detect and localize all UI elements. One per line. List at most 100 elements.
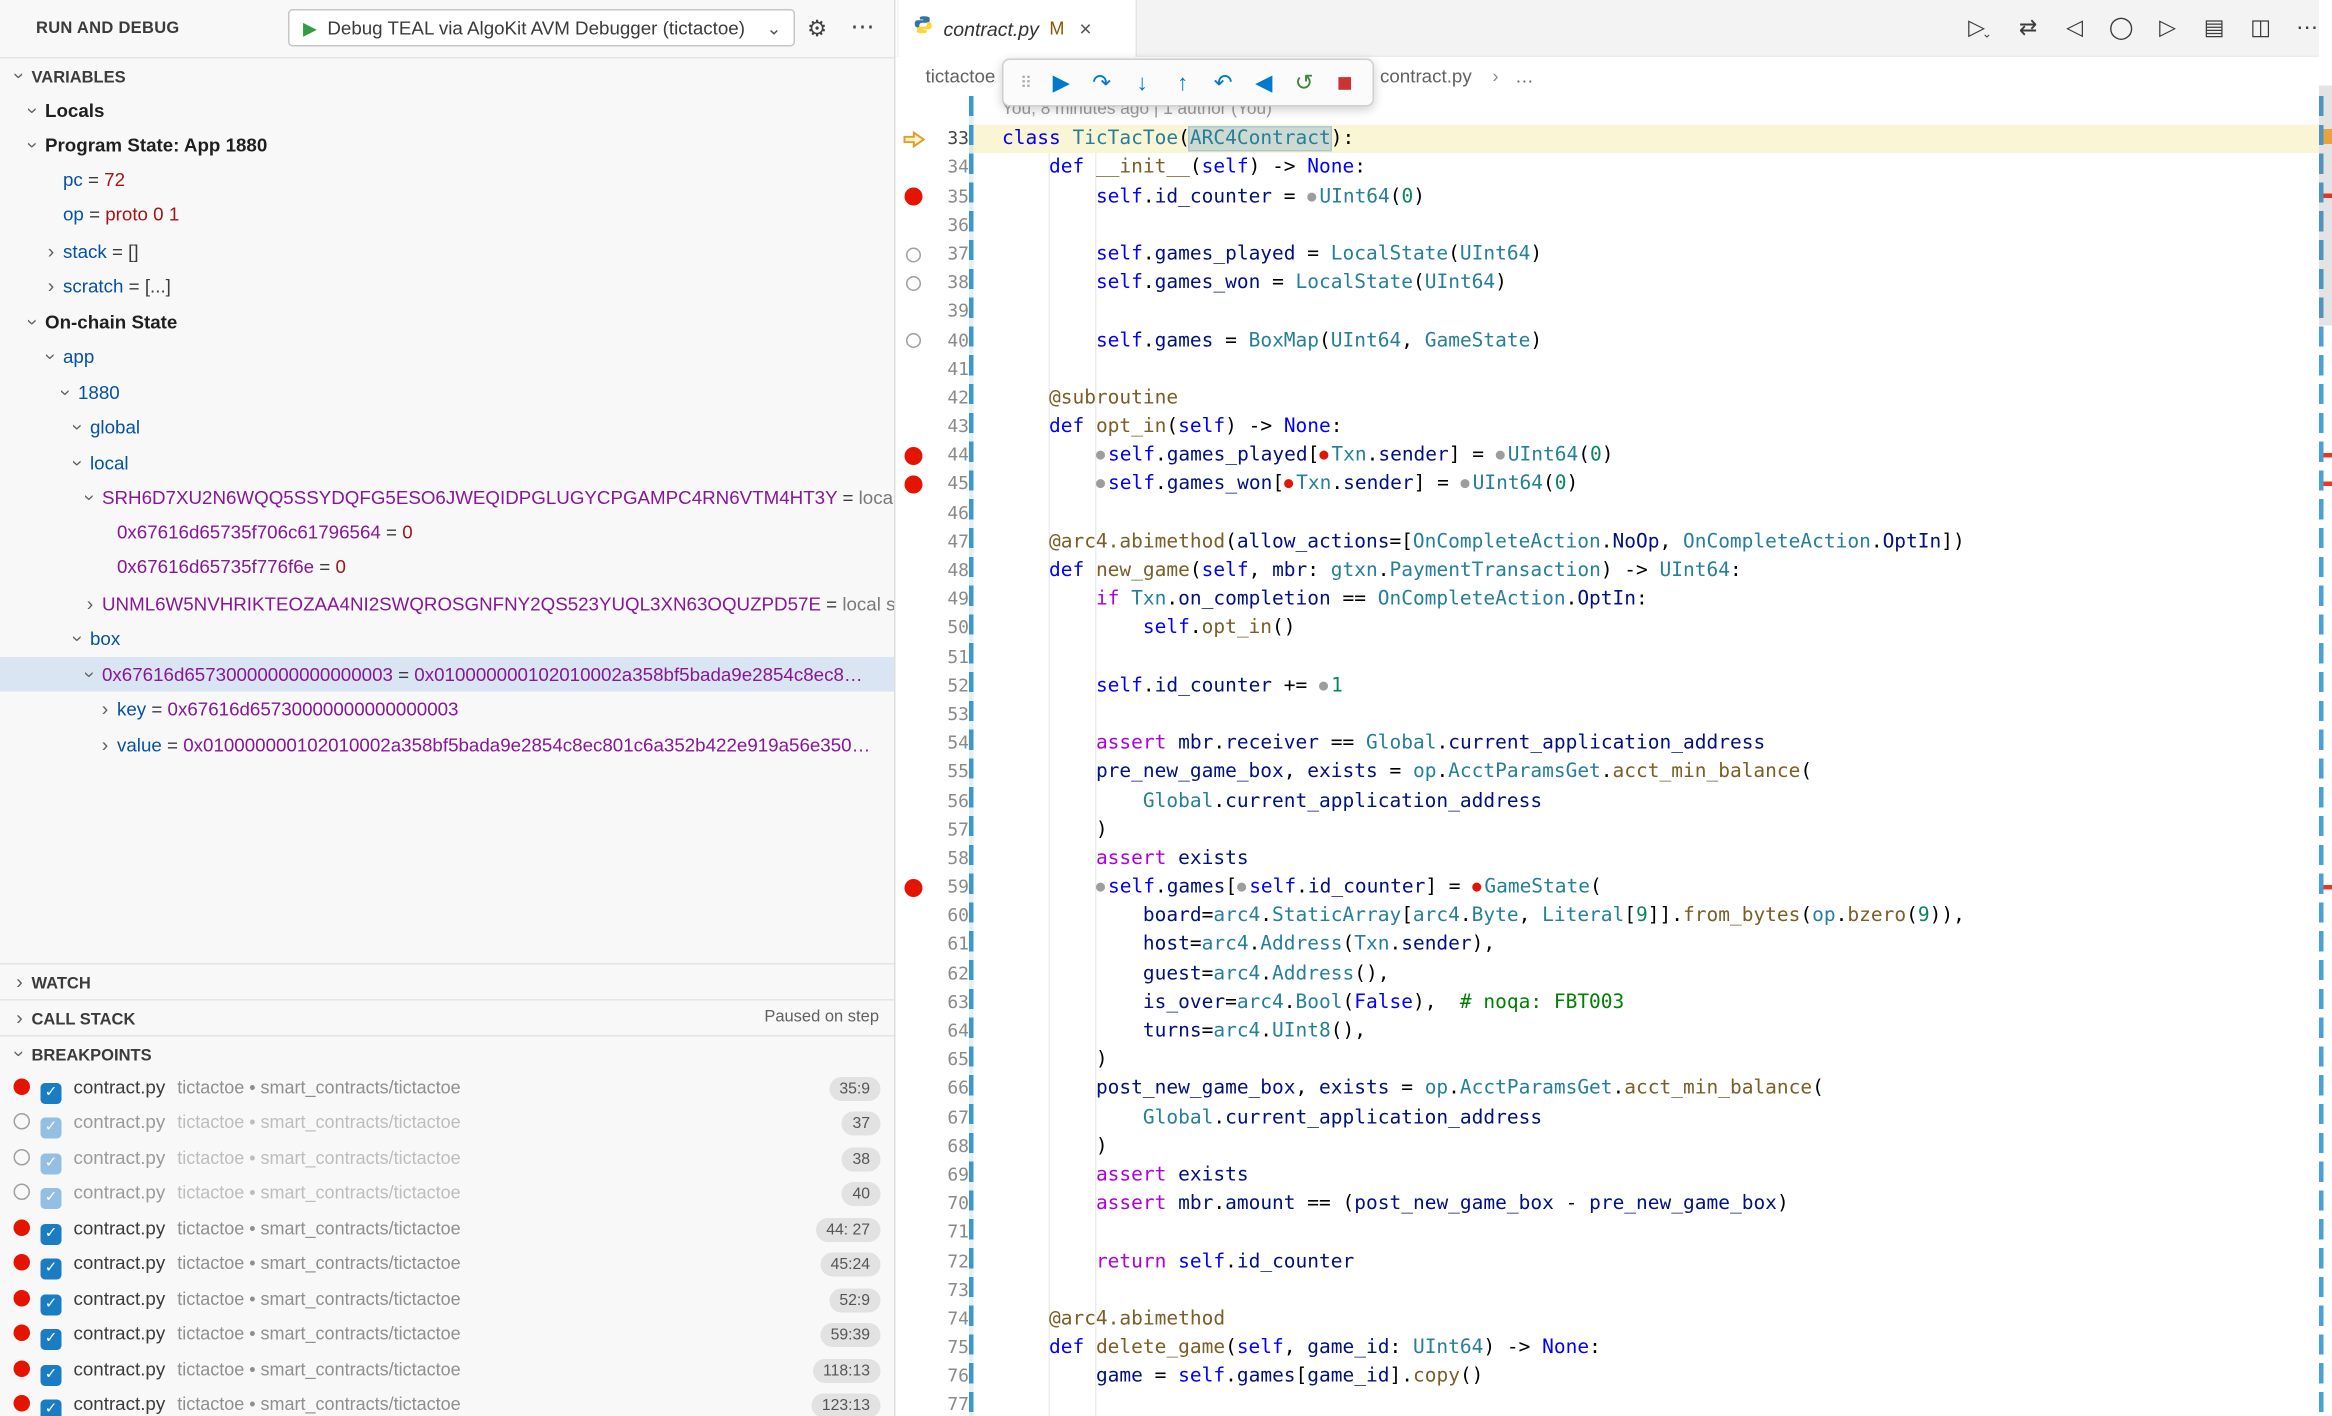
code-editor[interactable]: You, 8 minutes ago | 1 author (You)33cla… xyxy=(897,96,2319,1416)
gutter-glyph[interactable] xyxy=(897,816,930,845)
step-back-button[interactable]: ↶ xyxy=(1203,63,1244,102)
step-over-button[interactable]: ↷ xyxy=(1082,63,1123,102)
gutter-glyph[interactable] xyxy=(897,297,930,326)
code-line[interactable]: 66 post_new_game_box, exists = op.AcctPa… xyxy=(897,1075,2319,1104)
tree-row[interactable]: ›UNML6W5NVHRIKTEOZAA4NI2SWQROSGNFNY2QS52… xyxy=(0,586,894,621)
tree-row[interactable]: 0x67616d65735f776f6e = 0 xyxy=(0,551,894,586)
breakpoint-checkbox[interactable]: ✓ xyxy=(41,1188,62,1209)
breakpoint-row[interactable]: ✓contract.pytictactoe • smart_contracts/… xyxy=(0,1282,894,1317)
code-line[interactable]: 58 assert exists xyxy=(897,844,2319,873)
tree-row[interactable]: ›SRH6D7XU2N6WQQ5SSYDQFG5ESO6JWEQIDPGLUGY… xyxy=(0,480,894,515)
gutter-glyph[interactable] xyxy=(897,672,930,701)
breakpoint-row[interactable]: ✓contract.pytictactoe • smart_contracts/… xyxy=(0,1106,894,1141)
gutter-glyph[interactable] xyxy=(897,931,930,960)
tab-contract-py[interactable]: contract.py M × xyxy=(899,0,1138,57)
tree-row[interactable]: ›scratch = [...] xyxy=(0,269,894,304)
gutter-glyph[interactable] xyxy=(897,269,930,298)
gutter-glyph[interactable] xyxy=(897,844,930,873)
code-line[interactable]: 55 pre_new_game_box, exists = op.AcctPar… xyxy=(897,758,2319,787)
tree-row[interactable]: ›On-chain State xyxy=(0,304,894,339)
code-line[interactable]: 50 self.opt_in() xyxy=(897,614,2319,643)
gutter-glyph[interactable] xyxy=(897,902,930,931)
code-line[interactable]: 68 ) xyxy=(897,1132,2319,1161)
step-out-button[interactable]: ↑ xyxy=(1163,63,1204,102)
code-line[interactable]: 75 def delete_game(self, game_id: UInt64… xyxy=(897,1334,2319,1363)
code-line[interactable]: 33class TicTacToe(ARC4Contract): xyxy=(897,125,2319,154)
tree-row[interactable]: pc = 72 xyxy=(0,163,894,198)
gutter-glyph[interactable] xyxy=(897,211,930,240)
gutter-glyph[interactable] xyxy=(897,988,930,1017)
breakpoint-row[interactable]: ✓contract.pytictactoe • smart_contracts/… xyxy=(0,1352,894,1387)
code-line[interactable]: 44 ●self.games_played[●Txn.sender] = ●UI… xyxy=(897,441,2319,470)
breakpoint-checkbox[interactable]: ✓ xyxy=(41,1153,62,1174)
breakpoint-checkbox[interactable]: ✓ xyxy=(41,1364,62,1385)
code-line[interactable]: 77 xyxy=(897,1391,2319,1416)
code-line[interactable]: 60 board=arc4.StaticArray[arc4.Byte, Lit… xyxy=(897,902,2319,931)
code-line[interactable]: 71 xyxy=(897,1218,2319,1247)
gutter-glyph[interactable] xyxy=(897,1218,930,1247)
run-python-button[interactable]: ▷⌄ xyxy=(1965,17,1998,41)
code-line[interactable]: 59 ●self.games[●self.id_counter] = ●Game… xyxy=(897,873,2319,902)
gear-icon[interactable]: ⚙ xyxy=(807,15,827,42)
gutter-glyph[interactable] xyxy=(897,1305,930,1334)
watch-section-header[interactable]: ›WATCH xyxy=(0,963,894,999)
gutter-glyph[interactable] xyxy=(897,1046,930,1075)
code-line[interactable]: 61 host=arc4.Address(Txn.sender), xyxy=(897,931,2319,960)
tree-row[interactable]: ›stack = [] xyxy=(0,233,894,268)
gutter-glyph[interactable] xyxy=(897,729,930,758)
restart-button[interactable]: ↺ xyxy=(1284,63,1325,102)
breakpoints-section-header[interactable]: ›BREAKPOINTS xyxy=(0,1035,894,1071)
gutter-glyph[interactable] xyxy=(897,1132,930,1161)
scrollbar-thumb[interactable] xyxy=(2319,86,2332,326)
gutter-glyph[interactable] xyxy=(897,758,930,787)
breadcrumb-item[interactable]: tictactoe xyxy=(926,57,996,96)
code-line[interactable]: 37 self.games_played = LocalState(UInt64… xyxy=(897,240,2319,269)
code-line[interactable]: 57 ) xyxy=(897,816,2319,845)
gutter-glyph[interactable] xyxy=(897,1391,930,1416)
breakpoint-checkbox[interactable]: ✓ xyxy=(41,1082,62,1103)
code-line[interactable]: 35 self.id_counter = ●UInt64(0) xyxy=(897,182,2319,211)
tree-row[interactable]: ›value = 0x010000000102010002a358bf5bada… xyxy=(0,727,894,762)
gutter-glyph[interactable] xyxy=(897,614,930,643)
code-line[interactable]: 48 def new_game(self, mbr: gtxn.PaymentT… xyxy=(897,557,2319,586)
breakpoint-row[interactable]: ✓contract.pytictactoe • smart_contracts/… xyxy=(0,1388,894,1416)
step-into-button[interactable]: ↓ xyxy=(1122,63,1163,102)
code-line[interactable]: 76 game = self.games[game_id].copy() xyxy=(897,1362,2319,1391)
tree-row[interactable]: ›0x67616d65730000000000000003 = 0x010000… xyxy=(0,656,894,691)
breakpoint-row[interactable]: ✓contract.pytictactoe • smart_contracts/… xyxy=(0,1070,894,1105)
code-line[interactable]: 69 assert exists xyxy=(897,1161,2319,1190)
code-line[interactable]: 64 turns=arc4.UInt8(), xyxy=(897,1017,2319,1046)
gutter-glyph[interactable] xyxy=(897,1161,930,1190)
code-line[interactable]: 39 xyxy=(897,297,2319,326)
gutter-glyph[interactable] xyxy=(897,355,930,384)
gutter-glyph[interactable] xyxy=(897,182,930,211)
split-editor-icon[interactable]: ◫ xyxy=(2244,17,2277,41)
gutter-glyph[interactable] xyxy=(897,1075,930,1104)
tree-row[interactable]: ›local xyxy=(0,445,894,480)
gutter-glyph[interactable] xyxy=(897,441,930,470)
gutter-glyph[interactable] xyxy=(897,1334,930,1363)
code-line[interactable]: 62 guest=arc4.Address(), xyxy=(897,959,2319,988)
gutter-glyph[interactable] xyxy=(897,557,930,586)
code-line[interactable]: 54 assert mbr.receiver == Global.current… xyxy=(897,729,2319,758)
code-line[interactable]: 52 self.id_counter += ●1 xyxy=(897,672,2319,701)
code-line[interactable]: 42 @subroutine xyxy=(897,384,2319,413)
code-line[interactable]: 65 ) xyxy=(897,1046,2319,1075)
gutter-glyph[interactable] xyxy=(897,413,930,442)
gutter-glyph[interactable] xyxy=(897,585,930,614)
gutter-glyph[interactable] xyxy=(897,1103,930,1132)
code-line[interactable]: 34 def __init__(self) -> None: xyxy=(897,154,2319,183)
breakpoint-row[interactable]: ✓contract.pytictactoe • smart_contracts/… xyxy=(0,1211,894,1246)
breakpoint-row[interactable]: ✓contract.pytictactoe • smart_contracts/… xyxy=(0,1247,894,1282)
breakpoint-checkbox[interactable]: ✓ xyxy=(41,1223,62,1244)
start-debug-icon[interactable]: ▶ xyxy=(303,17,317,38)
variables-section-header[interactable]: ›VARIABLES xyxy=(0,57,894,93)
gutter-glyph[interactable] xyxy=(897,240,930,269)
gutter-glyph[interactable] xyxy=(897,384,930,413)
code-line[interactable]: 56 Global.current_application_address xyxy=(897,787,2319,816)
stop-button[interactable]: ◼ xyxy=(1325,63,1366,102)
close-icon[interactable]: × xyxy=(1079,17,1091,41)
gutter-glyph[interactable] xyxy=(897,959,930,988)
open-preview-icon[interactable]: ▤ xyxy=(2198,17,2231,41)
more-actions-icon[interactable]: ⋯ xyxy=(851,12,875,42)
